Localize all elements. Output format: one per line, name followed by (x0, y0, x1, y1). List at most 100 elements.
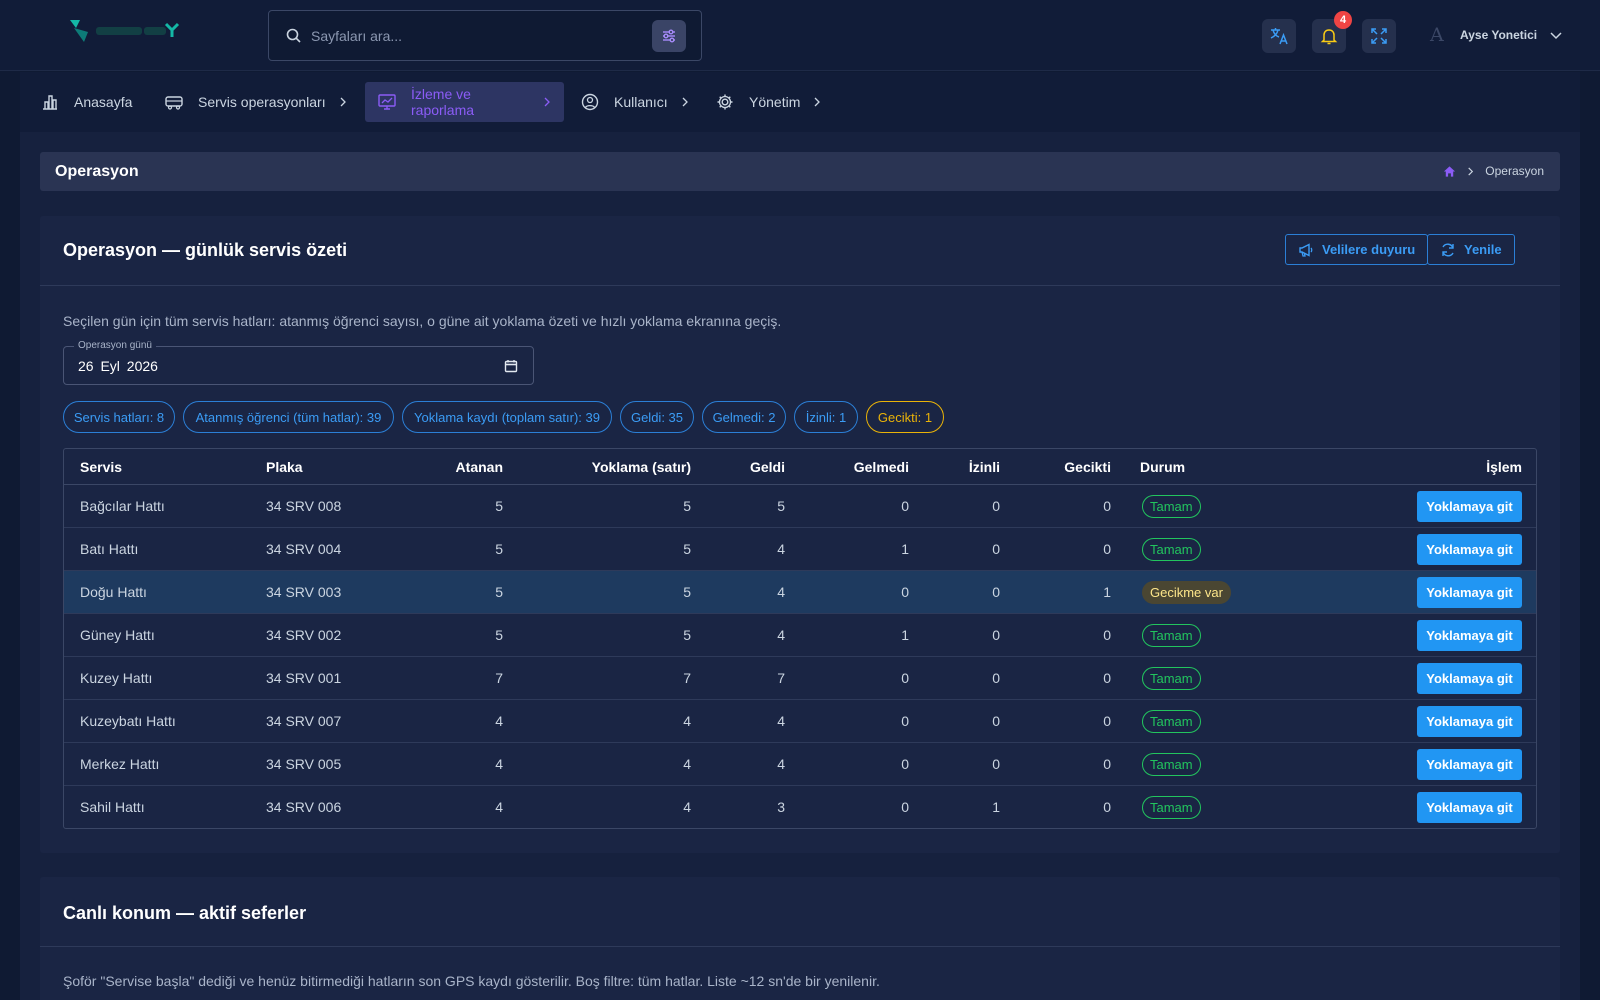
live-location-card: Canlı konum — aktif seferler Şoför "Serv… (40, 877, 1560, 1000)
monitor-chart-icon (377, 92, 397, 112)
nav-item-label: Kullanıcı (614, 94, 668, 110)
nav-item-service-operations[interactable]: Servis operasyonları (152, 82, 360, 122)
table-cell: 4 (495, 713, 503, 729)
table-cell: 0 (901, 670, 909, 686)
status-badge: Gecikme var (1142, 581, 1231, 604)
date-field-value: 26 Eyl 2026 (78, 358, 158, 374)
table-cell: 0 (992, 713, 1000, 729)
column-header: Gelmedi (853, 459, 909, 475)
table-cell: 4 (777, 713, 785, 729)
table-cell: 4 (777, 584, 785, 600)
table-cell: 0 (901, 799, 909, 815)
app-logo[interactable] (68, 18, 180, 48)
bell-icon (1320, 29, 1338, 45)
chip-assigned-students: Atanmış öğrenci (tüm hatlar): 39 (183, 401, 394, 433)
chart-bar-icon (40, 92, 60, 112)
table-cell: 5 (495, 498, 503, 514)
table-cell: 0 (1103, 498, 1111, 514)
column-header: Servis (80, 459, 123, 475)
translate-icon (1270, 28, 1288, 45)
calendar-icon[interactable] (503, 358, 519, 374)
user-menu[interactable]: A Ayse Yonetici (1430, 22, 1563, 48)
status-badge: Tamam (1142, 624, 1201, 647)
table-cell: 1 (992, 799, 1000, 815)
table-cell: Kuzeybatı Hattı (80, 713, 176, 729)
search-filter-button[interactable] (652, 20, 686, 52)
search-input[interactable] (311, 23, 641, 49)
chip-attendance-records: Yoklama kaydı (toplam satır): 39 (402, 401, 612, 433)
breadcrumb: Operasyon (1443, 164, 1544, 178)
sliders-icon (663, 29, 675, 43)
bus-icon (164, 92, 184, 112)
table-cell: 34 SRV 003 (266, 584, 342, 600)
table-cell: 0 (1103, 670, 1111, 686)
table-cell: 5 (777, 498, 785, 514)
refresh-label: Yenile (1464, 242, 1502, 257)
page-title: Operasyon (55, 163, 139, 180)
table-cell: 1 (901, 541, 909, 557)
go-to-attendance-button[interactable]: Yoklamaya git (1417, 534, 1522, 565)
go-to-attendance-button[interactable]: Yoklamaya git (1417, 749, 1522, 780)
table-cell: 7 (777, 670, 785, 686)
table-cell: 34 SRV 004 (266, 541, 342, 557)
table-cell: 0 (1103, 541, 1111, 557)
services-table: Servis Plaka Atanan Yoklama (satır) Geld… (63, 448, 1537, 829)
refresh-button[interactable]: Yenile (1427, 234, 1515, 265)
table-cell: 5 (683, 541, 691, 557)
table-row: Kuzey Hattı 34 SRV 001 7 7 7 0 0 0 Tamam Yoklamay… (64, 657, 1536, 700)
go-to-attendance-button[interactable]: Yoklamaya git (1417, 491, 1522, 522)
table-cell: 0 (992, 498, 1000, 514)
nav-item-home[interactable]: Anasayfa (28, 82, 144, 122)
announce-to-parents-button[interactable]: Velilere duyuru (1285, 234, 1429, 265)
fullscreen-button[interactable] (1362, 19, 1396, 53)
status-badge: Tamam (1142, 710, 1201, 733)
table-cell: 1 (901, 627, 909, 643)
language-button[interactable] (1262, 19, 1296, 53)
chevron-right-icon (1468, 166, 1474, 176)
table-cell: 4 (777, 627, 785, 643)
table-row: Sahil Hattı 34 SRV 006 4 4 3 0 1 0 Tamam Yoklamay… (64, 786, 1536, 828)
chip-late: Gecikti: 1 (866, 401, 944, 433)
breadcrumb-current: Operasyon (1485, 164, 1544, 178)
table-cell: 5 (683, 498, 691, 514)
operation-date-field[interactable]: Operasyon günü 26 Eyl 2026 (63, 340, 534, 385)
table-cell: 0 (1103, 713, 1111, 729)
table-cell: Kuzey Hattı (80, 670, 153, 686)
table-cell: Bağcılar Hattı (80, 498, 165, 514)
card-description: Seçilen gün için tüm servis hatları: ata… (63, 313, 782, 329)
go-to-attendance-button[interactable]: Yoklamaya git (1417, 663, 1522, 694)
page-header: Operasyon Operasyon (40, 152, 1560, 191)
card-header: Operasyon — günlük servis özeti Velilere… (40, 216, 1560, 286)
home-icon[interactable] (1443, 165, 1456, 178)
table-cell: 4 (683, 799, 691, 815)
go-to-attendance-button[interactable]: Yoklamaya git (1417, 577, 1522, 608)
table-cell: 4 (495, 799, 503, 815)
go-to-attendance-button[interactable]: Yoklamaya git (1417, 706, 1522, 737)
main-nav: Anasayfa Servis operasyonları İzleme ve … (20, 72, 1580, 132)
table-cell: 4 (683, 756, 691, 772)
table-cell: 0 (992, 756, 1000, 772)
go-to-attendance-button[interactable]: Yoklamaya git (1417, 792, 1522, 823)
chip-service-lines: Servis hatları: 8 (63, 401, 175, 433)
nav-item-user[interactable]: Kullanıcı (568, 82, 702, 122)
main-content: Operasyon Operasyon Operasyon — günlük s… (20, 132, 1580, 1000)
status-badge: Tamam (1142, 753, 1201, 776)
table-cell: 0 (901, 584, 909, 600)
nav-item-management[interactable]: Yönetim (703, 82, 834, 122)
table-row: Güney Hattı 34 SRV 002 5 5 4 1 0 0 Tamam Yoklamay… (64, 614, 1536, 657)
notifications-button[interactable]: 4 (1312, 11, 1352, 53)
chip-absent: Gelmedi: 2 (702, 401, 786, 433)
go-to-attendance-button[interactable]: Yoklamaya git (1417, 620, 1522, 651)
chip-excused: İzinli: 1 (794, 401, 858, 433)
column-header: Yoklama (satır) (591, 459, 691, 475)
chevron-right-icon (338, 97, 348, 107)
chevron-right-icon (812, 97, 822, 107)
table-cell: 5 (683, 584, 691, 600)
nav-item-label: Servis operasyonları (198, 94, 326, 110)
table-row: Merkez Hattı 34 SRV 005 4 4 4 0 0 0 Tamam Yoklama… (64, 743, 1536, 786)
chevron-right-icon (680, 97, 690, 107)
nav-item-monitoring-reporting[interactable]: İzleme ve raporlama (365, 82, 564, 122)
table-row: Bağcılar Hattı 34 SRV 008 5 5 5 0 0 0 Tamam Yokla… (64, 485, 1536, 528)
column-header: İşlem (1486, 459, 1522, 475)
table-cell: 34 SRV 006 (266, 799, 342, 815)
